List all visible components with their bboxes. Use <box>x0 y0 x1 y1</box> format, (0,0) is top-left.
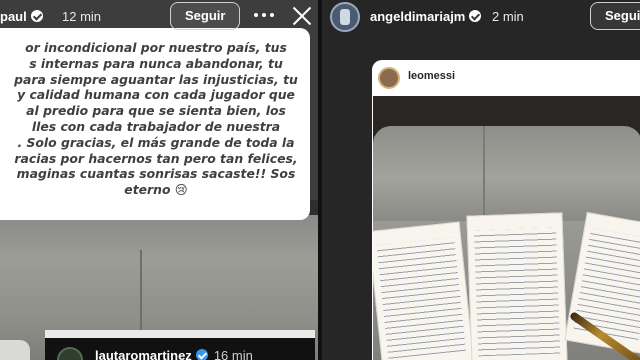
story-header: paul 12 min Seguir <box>0 0 318 32</box>
caption-line: lles con cada trabajador de nuestra <box>31 118 281 134</box>
story-timestamp: 12 min <box>62 9 102 24</box>
avatar[interactable] <box>378 67 400 89</box>
caption-line: para siempre aguantar las injusticias, t… <box>14 71 298 87</box>
stories-viewer: or incondicional por nuestro país, tus s… <box>0 0 640 360</box>
caption-line: y calidad humana con cada jugador que <box>17 87 295 103</box>
shared-post-card[interactable]: leomessi <box>372 60 640 360</box>
caption-line: maginas cuantas sonrisas sacaste!! Sos <box>16 166 296 182</box>
close-icon[interactable] <box>291 5 313 27</box>
story-left[interactable]: or incondicional por nuestro país, tus s… <box>0 0 318 360</box>
follow-button[interactable]: Seguir <box>590 2 640 30</box>
shared-card-header: lautaromartinez 16 min <box>95 348 253 360</box>
caption-line: al predio para que se sienta bien, los <box>26 103 286 119</box>
avatar[interactable] <box>330 2 360 32</box>
handwritten-letter <box>466 212 568 360</box>
caption-line: . Solo gracias, el más grande de toda la <box>17 134 295 150</box>
story-username[interactable]: paul <box>0 9 43 24</box>
username-text: paul <box>0 9 27 24</box>
post-username[interactable]: leomessi <box>408 70 455 82</box>
shared-card-timestamp: 16 min <box>213 348 253 360</box>
story-header: angeldimariajm 2 min Seguir <box>322 0 640 34</box>
verified-badge-icon <box>30 10 43 22</box>
paper-corner <box>0 340 30 360</box>
verified-badge-icon <box>469 10 482 22</box>
post-photo <box>373 96 640 360</box>
sofa-seam <box>483 126 485 226</box>
caption-line: racias por hacernos tan pero tan felices… <box>14 150 298 166</box>
username-text: angeldimariajm <box>370 9 466 24</box>
shared-story-card[interactable]: lautaromartinez 16 min <box>45 330 315 360</box>
shared-card-username[interactable]: lautaromartinez <box>95 348 192 360</box>
photo-sofa-back <box>373 126 640 221</box>
more-horizontal-icon[interactable] <box>254 13 274 19</box>
story-username[interactable]: angeldimariajm <box>370 9 482 24</box>
caption-line: eterno 😢 <box>124 182 188 198</box>
follow-button[interactable]: Seguir <box>170 2 241 30</box>
caption-line: s internas para nunca abandonar, tu <box>29 55 283 71</box>
caption-line: or incondicional por nuestro país, tus <box>25 40 287 55</box>
story-right[interactable]: angeldimariajm 2 min Seguir leomessi <box>322 0 640 360</box>
story-caption: or incondicional por nuestro país, tus s… <box>0 40 318 198</box>
card-top-strip <box>45 330 315 338</box>
handwritten-letter <box>373 221 475 360</box>
avatar[interactable] <box>57 347 83 360</box>
story-timestamp: 2 min <box>492 9 524 24</box>
verified-badge-icon <box>195 349 208 360</box>
